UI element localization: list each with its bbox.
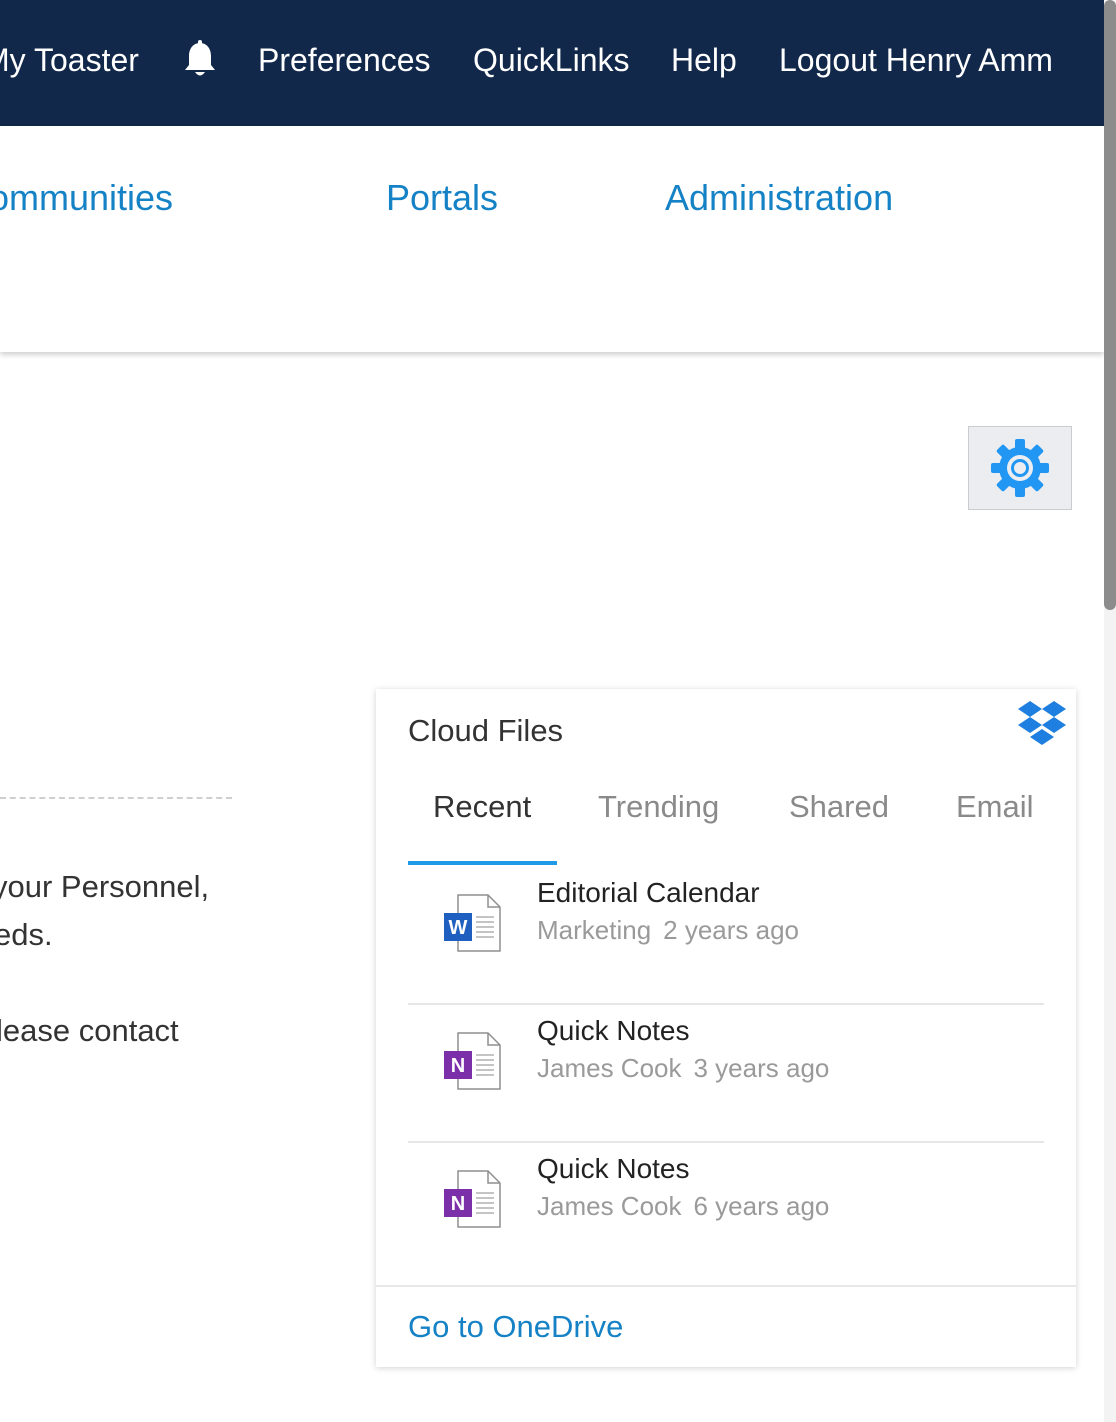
top-navigation-bar: My Toaster Preferences QuickLinks Help L…: [0, 0, 1104, 126]
onenote-doc-icon: N: [444, 1032, 501, 1090]
file-meta: Marketing 2 years ago: [537, 913, 799, 947]
file-list-item[interactable]: N Quick Notes James Cook 6 years ago: [408, 1141, 1044, 1279]
gear-icon: [991, 439, 1049, 497]
settings-button[interactable]: [968, 426, 1072, 510]
file-age: 2 years ago: [663, 915, 800, 945]
logout-link[interactable]: Logout Henry Amm: [779, 38, 1053, 82]
word-doc-icon: W: [444, 894, 501, 952]
dropbox-icon[interactable]: [1018, 699, 1066, 747]
bell-icon[interactable]: [182, 40, 218, 80]
body-text-line: your Personnel,: [0, 869, 210, 904]
cloud-files-widget: Cloud Files Recent Trending Shared Email: [376, 689, 1076, 1367]
nav-portals[interactable]: Portals: [386, 176, 498, 220]
file-age: 6 years ago: [693, 1191, 830, 1221]
main-navigation: Communities Portals Administration: [0, 126, 1104, 352]
preferences-link[interactable]: Preferences: [258, 38, 431, 82]
file-age: 3 years ago: [693, 1053, 830, 1083]
svg-text:N: N: [451, 1055, 465, 1077]
file-name: Quick Notes: [537, 1015, 690, 1046]
file-owner: Marketing: [537, 915, 652, 945]
section-divider: [0, 797, 232, 799]
go-to-onedrive-link[interactable]: Go to OneDrive: [408, 1307, 623, 1347]
svg-text:W: W: [449, 917, 468, 939]
file-owner: James Cook: [537, 1053, 682, 1083]
my-toaster-link[interactable]: My Toaster: [0, 38, 139, 82]
nav-communities[interactable]: Communities: [0, 176, 173, 220]
tab-shared[interactable]: Shared: [789, 787, 889, 827]
help-link[interactable]: Help: [671, 38, 737, 82]
widget-footer: Go to OneDrive: [376, 1285, 1076, 1367]
file-meta: James Cook 3 years ago: [537, 1051, 829, 1085]
body-text-line: lease contact: [0, 1013, 179, 1048]
tab-email[interactable]: Email: [956, 787, 1034, 827]
file-list-item[interactable]: N Quick Notes James Cook 3 years ago: [408, 1003, 1044, 1143]
file-name: Quick Notes: [537, 1153, 690, 1184]
onenote-doc-icon: N: [444, 1170, 501, 1228]
quicklinks-link[interactable]: QuickLinks: [473, 38, 630, 82]
nav-administration[interactable]: Administration: [665, 176, 893, 220]
tab-recent[interactable]: Recent: [433, 787, 531, 827]
file-list-item[interactable]: W Editorial Calendar Marketing 2 years ag…: [408, 865, 1044, 1005]
file-name: Editorial Calendar: [537, 877, 760, 908]
body-text-line: eds.: [0, 917, 53, 952]
file-meta: James Cook 6 years ago: [537, 1189, 829, 1223]
scrollbar-thumb[interactable]: [1104, 0, 1116, 610]
svg-text:N: N: [451, 1193, 465, 1215]
widget-title: Cloud Files: [408, 713, 564, 748]
tab-trending[interactable]: Trending: [598, 787, 719, 827]
file-owner: James Cook: [537, 1191, 682, 1221]
